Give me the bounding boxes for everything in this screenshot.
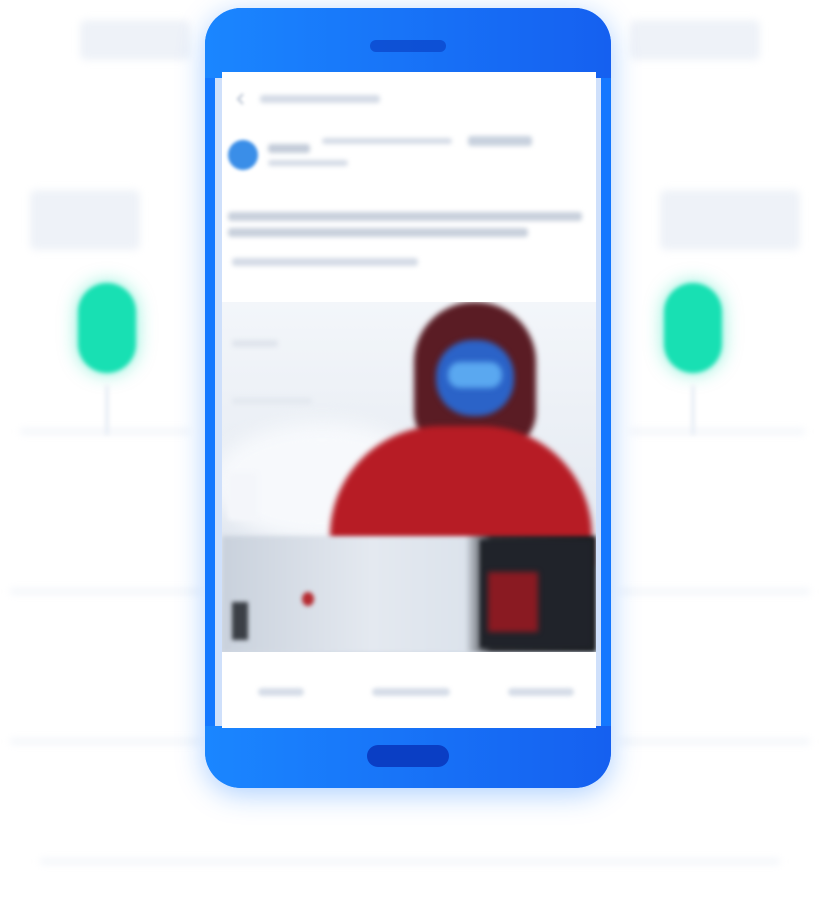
like-action[interactable] <box>258 688 304 696</box>
photo-overlay-text <box>232 398 312 404</box>
bg-ghost-line <box>40 860 780 863</box>
follow-button[interactable] <box>468 136 532 146</box>
photo-image[interactable] <box>222 302 596 652</box>
phone-screen <box>222 72 596 728</box>
stage <box>0 0 820 900</box>
author-meta <box>322 138 452 144</box>
capsule-stem <box>105 385 109 435</box>
photo-overlay-text <box>232 340 278 347</box>
comment-action[interactable] <box>372 688 450 696</box>
post-header-label <box>260 95 380 103</box>
bg-ghost-block <box>630 20 760 60</box>
post-text-line <box>228 228 528 237</box>
green-capsule-icon <box>78 283 136 373</box>
post-action-bar <box>222 670 596 710</box>
bg-ghost-block <box>80 20 190 60</box>
bg-ghost-line <box>10 740 200 743</box>
photo-dark-thumb-accent <box>488 572 538 632</box>
photo-goggle <box>448 362 502 388</box>
green-capsule-icon <box>664 283 722 373</box>
photo-figure <box>302 592 314 606</box>
avatar-icon[interactable] <box>228 140 258 170</box>
capsule-stem <box>691 385 695 435</box>
post-text-line <box>232 258 418 266</box>
speaker-slot-icon <box>370 40 446 52</box>
bg-ghost-block <box>660 190 800 250</box>
author-name[interactable] <box>268 144 310 153</box>
photo-figure <box>232 602 248 640</box>
photo-overlay-text <box>228 472 258 520</box>
bg-ghost-line <box>620 590 810 593</box>
bg-ghost-block <box>30 190 140 250</box>
bg-ghost-line <box>630 430 805 433</box>
author-meta-sub <box>268 160 348 166</box>
back-arrow-icon[interactable] <box>234 92 248 106</box>
home-button-icon[interactable] <box>367 745 449 767</box>
share-action[interactable] <box>508 688 574 696</box>
bg-ghost-line <box>10 590 200 593</box>
post-text-line <box>228 212 582 221</box>
bg-ghost-line <box>620 740 810 743</box>
